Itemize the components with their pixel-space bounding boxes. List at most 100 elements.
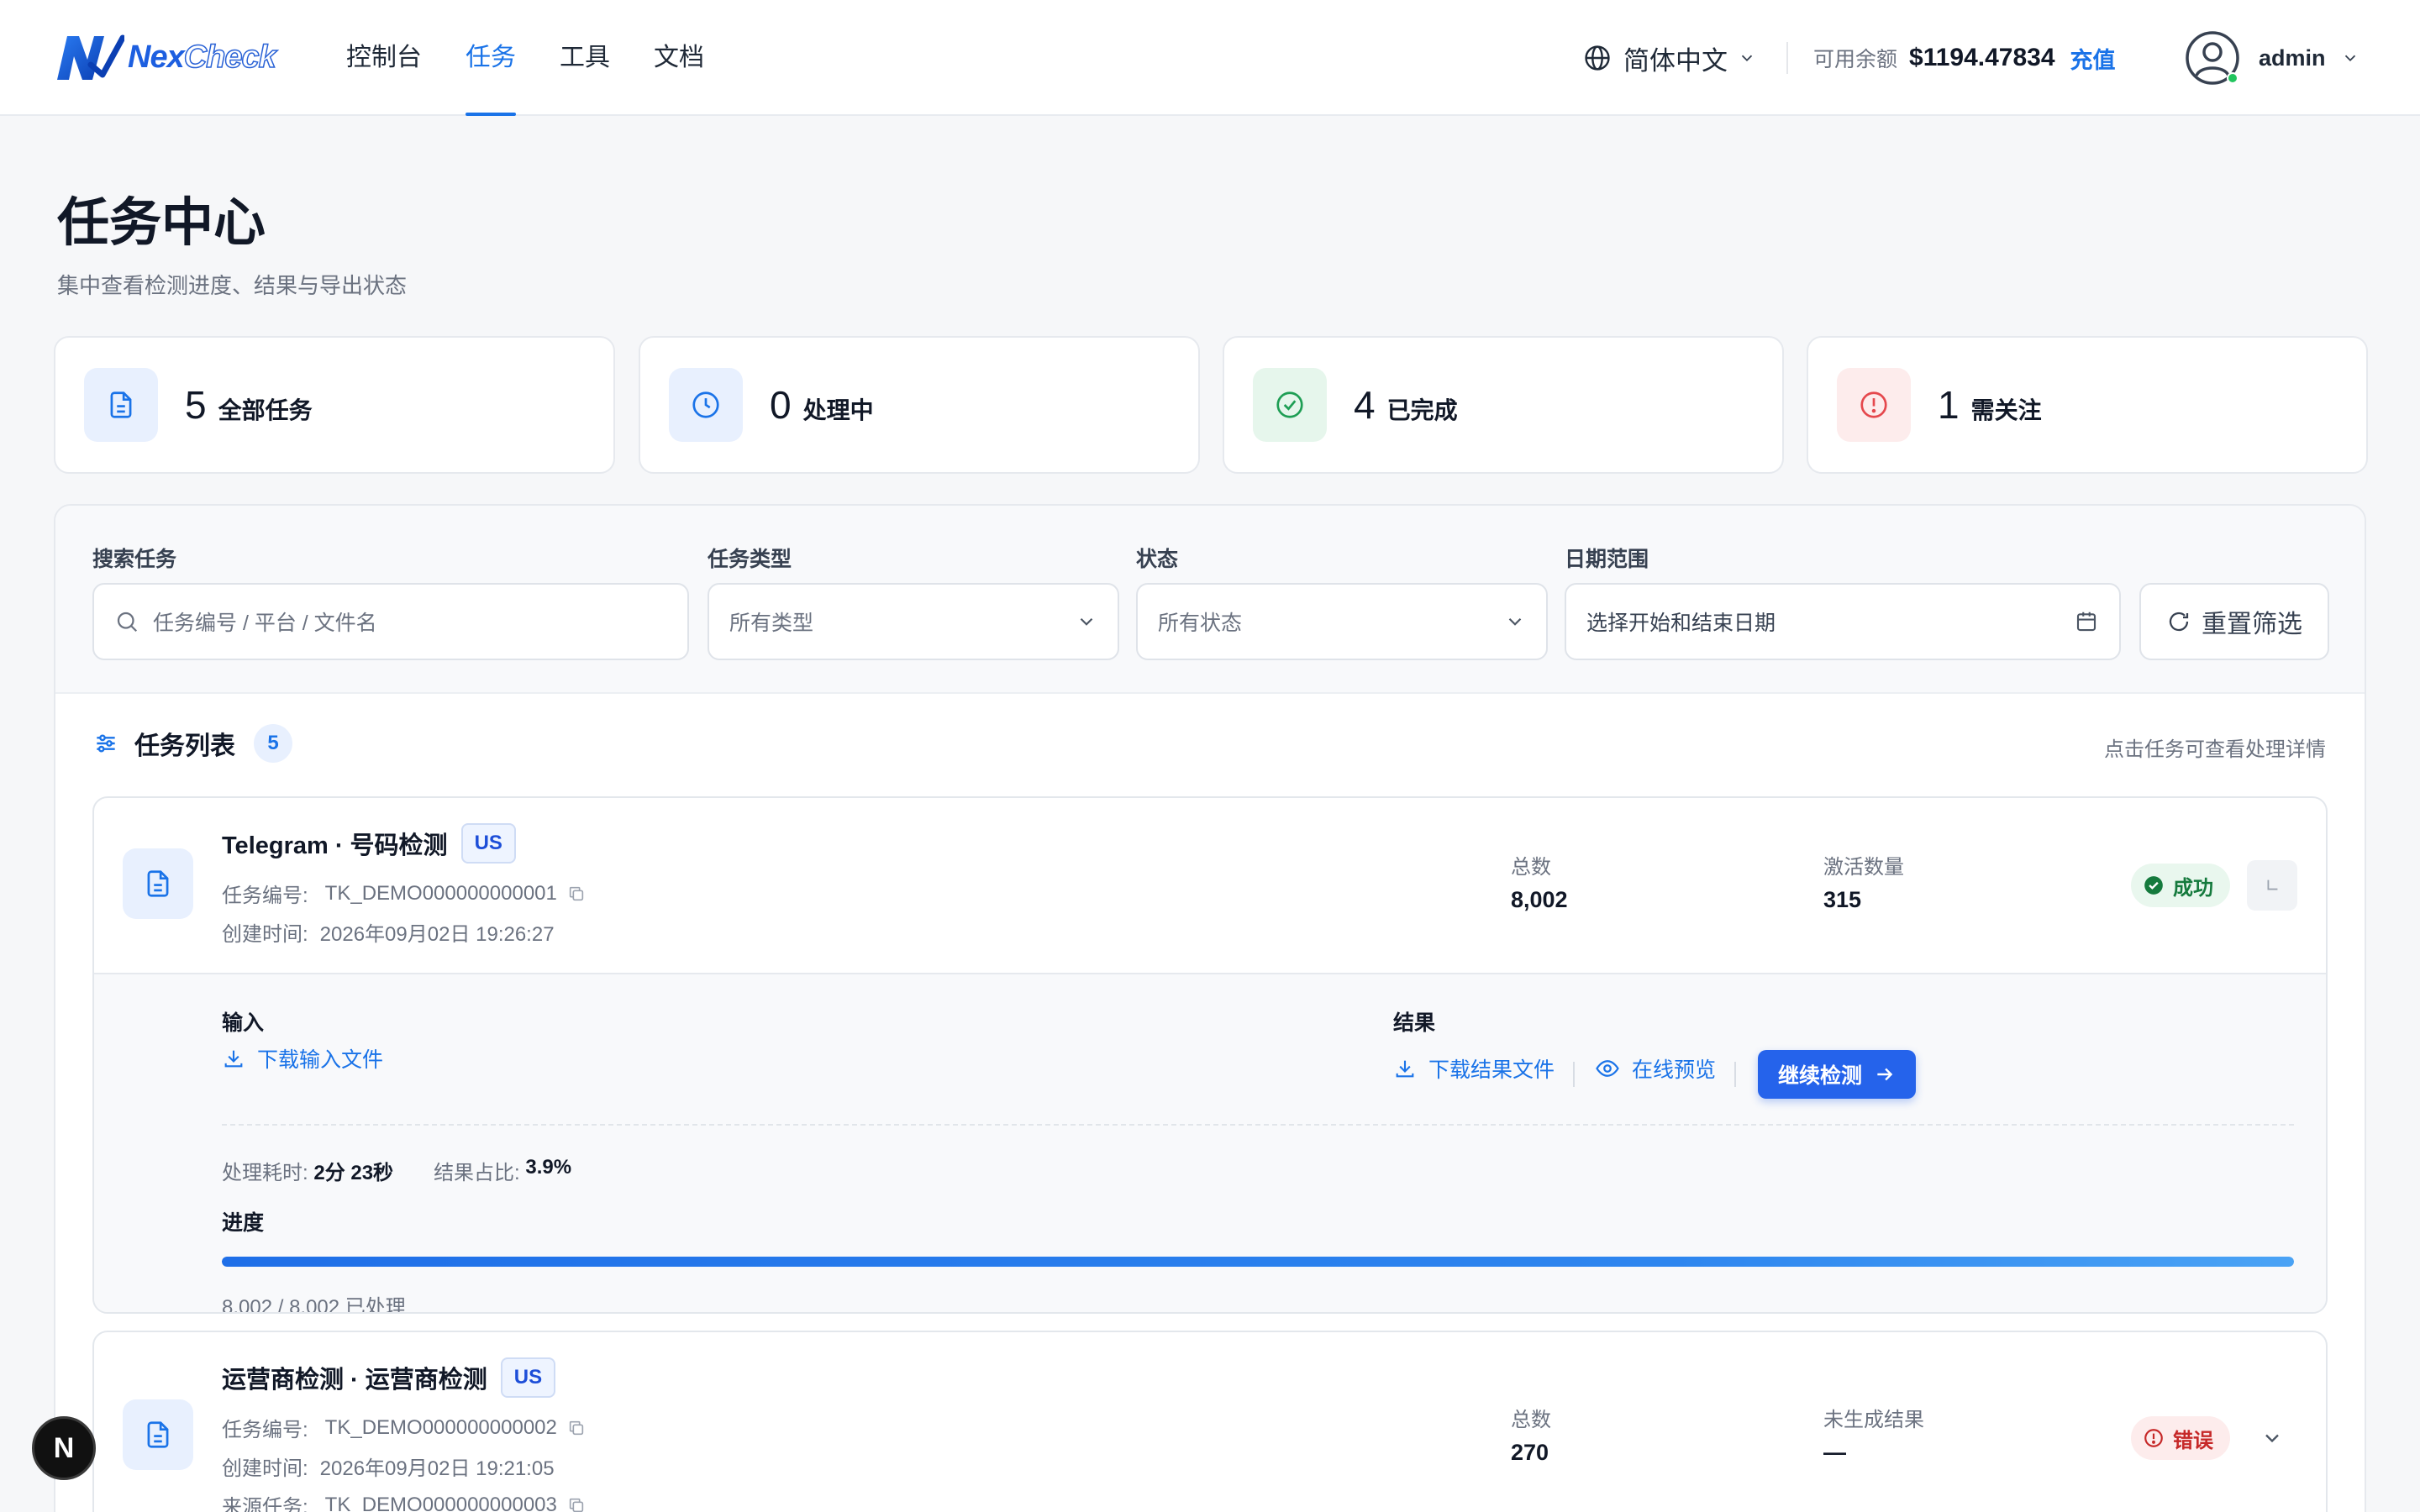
ratio-label: 结果占比: [434, 1162, 520, 1184]
download-icon [1396, 1060, 1414, 1078]
top-header: NexCheck 控制台 任务 工具 文档 简体中文 可用余额 $1194.47… [0, 0, 2420, 116]
task-source-id: TK_DEMO000000000003 [324, 1493, 557, 1512]
chevron-down-icon [1508, 617, 1522, 626]
active-count-value: 315 [1823, 887, 1862, 912]
continue-check-label: 继续检测 [1777, 1064, 1862, 1088]
page-subtitle: 集中查看检测进度、结果与导出状态 [57, 273, 408, 298]
status-text: 成功 [2173, 876, 2213, 900]
input-section-label: 输入 [222, 1011, 265, 1035]
recharge-link[interactable]: 充值 [2070, 42, 2116, 75]
download-result-text: 下载结果文件 [1428, 1058, 1555, 1082]
total-label: 总数 [1511, 1409, 1551, 1431]
status-select[interactable]: 所有状态 [1136, 583, 1548, 660]
stat-card-all[interactable]: 5 全部任务 [54, 336, 615, 474]
preview-text: 在线预览 [1632, 1058, 1717, 1082]
stat-count: 1 [1938, 383, 1960, 427]
task-created-label: 创建时间: [222, 1457, 308, 1480]
status-badge: 错误 [2131, 1416, 2230, 1460]
copy-icon[interactable] [567, 885, 586, 903]
preview-link[interactable]: 在线预览 [1595, 1053, 1716, 1084]
task-created-label: 创建时间: [222, 923, 308, 946]
copy-icon[interactable] [567, 1496, 586, 1512]
calendar-icon [2076, 612, 2096, 632]
stat-label: 需关注 [1970, 397, 2042, 423]
region-badge: US [500, 1357, 556, 1398]
page-title: 任务中心 [57, 194, 266, 252]
task-summary-row[interactable]: Telegram · 号码检测 US 任务编号: TK_DEMO00000000… [94, 798, 2326, 973]
nav-tools[interactable]: 工具 [560, 0, 610, 116]
date-placeholder: 选择开始和结束日期 [1586, 612, 1776, 635]
username: admin [2259, 45, 2326, 71]
collapse-button[interactable] [2247, 860, 2297, 911]
task-id-label: 任务编号: [222, 885, 308, 907]
nav-dashboard[interactable]: 控制台 [346, 0, 422, 116]
globe-icon [1585, 45, 1610, 71]
stat-card-attention[interactable]: 1 需关注 [1807, 336, 2368, 474]
task-icon-box [123, 1399, 193, 1470]
brand-logo[interactable]: NexCheck [54, 30, 277, 84]
total-value: 270 [1511, 1440, 1549, 1465]
fab-letter: N [53, 1431, 75, 1464]
main-nav: 控制台 任务 工具 文档 [346, 0, 748, 116]
status-value: 所有状态 [1158, 612, 1243, 635]
chevron-down-icon [1080, 617, 1093, 626]
filter-bar: 搜索任务 任务编号 / 平台 / 文件名 任务类型 所有类型 状态 所有状态 日… [55, 506, 2365, 694]
status-text: 错误 [2173, 1429, 2213, 1452]
download-result-link[interactable]: 下载结果文件 [1393, 1053, 1555, 1084]
user-menu[interactable]: admin [2185, 30, 2360, 86]
task-id-row: 任务编号: TK_DEMO000000000001 [222, 879, 586, 908]
task-id: TK_DEMO000000000002 [324, 1415, 557, 1439]
status-label: 状态 [1136, 548, 1179, 571]
copy-icon[interactable] [567, 1419, 586, 1437]
document-icon [110, 391, 132, 418]
search-label: 搜索任务 [92, 548, 177, 571]
arrow-right-icon [1877, 1068, 1893, 1081]
type-select[interactable]: 所有类型 [708, 583, 1119, 660]
no-result-value: — [1823, 1440, 1846, 1465]
floating-n-button[interactable]: N [32, 1416, 96, 1480]
detail-divider [222, 1124, 2294, 1126]
download-input-text: 下载输入文件 [257, 1048, 384, 1072]
task-card[interactable]: Telegram · 号码检测 US 任务编号: TK_DEMO00000000… [92, 796, 2328, 1314]
check-circle-icon [1276, 391, 1303, 418]
sliders-icon [97, 734, 115, 753]
processing-stats: 处理耗时: 2分 23秒 结果占比: 3.9% [222, 1156, 571, 1185]
task-id: TK_DEMO000000000001 [324, 881, 557, 905]
task-title-row: Telegram · 号码检测 US [222, 823, 516, 864]
stat-label: 全部任务 [218, 397, 313, 423]
task-created-row: 创建时间: 2026年09月02日 19:21:05 [222, 1452, 555, 1481]
continue-check-button[interactable]: 继续检测 [1758, 1050, 1916, 1099]
language-switcher[interactable]: 简体中文 [1583, 37, 1768, 79]
refresh-icon [2169, 612, 2189, 632]
expand-button[interactable] [2255, 1421, 2289, 1455]
eye-icon [1596, 1060, 1619, 1077]
language-label: 简体中文 [1623, 45, 1728, 76]
clock-icon [692, 391, 719, 418]
reset-filters-button[interactable]: 重置筛选 [2139, 583, 2329, 660]
task-id-label: 任务编号: [222, 1419, 308, 1441]
chevron-down-icon [1741, 55, 1753, 62]
stat-label: 已完成 [1386, 397, 1458, 423]
task-panel: 搜索任务 任务编号 / 平台 / 文件名 任务类型 所有类型 状态 所有状态 日… [54, 504, 2366, 1512]
alert-circle-icon [2144, 1429, 2163, 1447]
nav-docs[interactable]: 文档 [654, 0, 704, 116]
nav-tasks[interactable]: 任务 [466, 0, 516, 116]
download-icon [224, 1050, 243, 1068]
reset-filters-label: 重置筛选 [2202, 611, 2302, 638]
link-divider [1734, 1062, 1736, 1087]
stat-icon-box [1837, 368, 1911, 442]
brand-name-part2: Check [183, 39, 277, 76]
stat-card-completed[interactable]: 4 已完成 [1223, 336, 1784, 474]
status-badge: 成功 [2131, 864, 2230, 907]
date-range-input[interactable]: 选择开始和结束日期 [1565, 583, 2121, 660]
search-input[interactable]: 任务编号 / 平台 / 文件名 [92, 583, 689, 660]
duration-label: 处理耗时: [222, 1162, 308, 1184]
document-icon [147, 1421, 169, 1448]
task-card[interactable]: 运营商检测 · 运营商检测 US 任务编号: TK_DEMO0000000000… [92, 1331, 2328, 1512]
stat-count: 0 [770, 383, 792, 427]
task-id-row: 任务编号: TK_DEMO000000000002 [222, 1413, 586, 1442]
stat-card-processing[interactable]: 0 处理中 [639, 336, 1200, 474]
download-input-link[interactable]: 下载输入文件 [222, 1043, 383, 1074]
avatar[interactable] [2185, 30, 2240, 86]
task-count-badge: 5 [254, 724, 292, 763]
